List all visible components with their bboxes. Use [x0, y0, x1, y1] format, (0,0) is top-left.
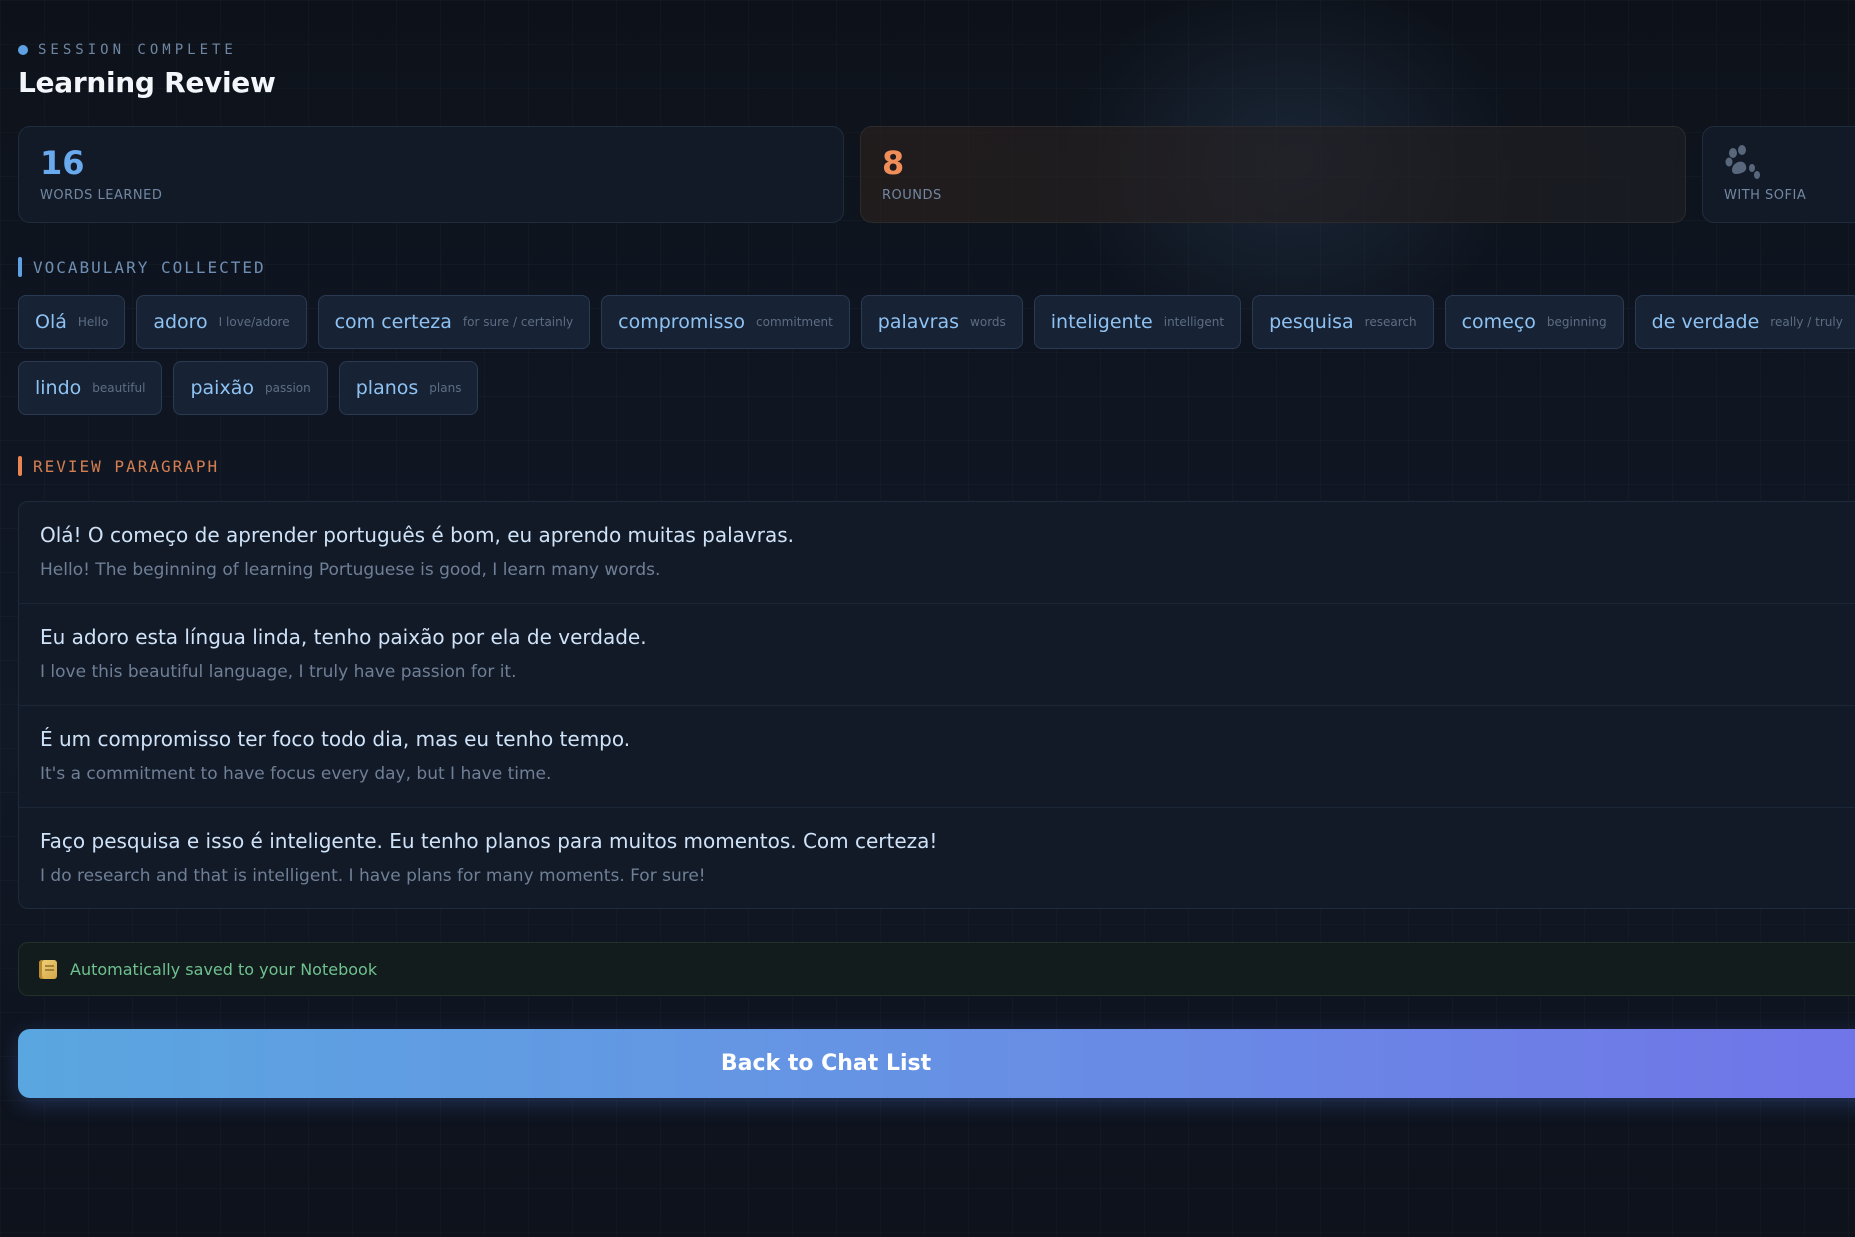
stat-card-rounds: 8 ROUNDS: [860, 126, 1686, 223]
stat-value: 16: [40, 144, 85, 182]
vocab-word: com certeza: [334, 311, 452, 333]
portuguese-sentence: Eu adoro esta língua linda, tenho paixão…: [40, 625, 647, 649]
status-dot-icon: [18, 45, 28, 55]
vocab-translation: intelligent: [1163, 315, 1225, 329]
stat-card-partner: WITH SOFIA: [1702, 126, 1855, 223]
portuguese-sentence: Olá! O começo de aprender português é bo…: [40, 523, 794, 547]
stat-label: WITH SOFIA: [1724, 188, 1807, 203]
vocab-word: adoro: [153, 311, 208, 333]
vocab-word: pesquisa: [1269, 311, 1354, 333]
stat-value: 8: [882, 144, 905, 182]
review-paragraph-panel: Olá! O começo de aprender português é bo…: [18, 501, 1855, 909]
section-accent-bar: [18, 257, 22, 277]
vocabulary-heading: VOCABULARY COLLECTED: [18, 257, 266, 277]
vocab-chip[interactable]: paixão passion: [173, 361, 328, 415]
section-accent-bar: [18, 456, 22, 476]
saved-notice: Automatically saved to your Notebook: [18, 942, 1855, 996]
paw-icon: [1725, 145, 1760, 179]
review-heading: REVIEW PARAGRAPH: [18, 456, 219, 476]
vocab-word: de verdade: [1651, 311, 1760, 333]
session-status: SESSION COMPLETE: [18, 42, 237, 58]
english-translation: I do research and that is intelligent. I…: [40, 866, 706, 886]
vocab-translation: Hello: [77, 315, 109, 329]
vocab-word: inteligente: [1050, 311, 1153, 333]
vocabulary-heading-label: VOCABULARY COLLECTED: [33, 257, 266, 277]
vocab-word: lindo: [35, 377, 82, 399]
vocab-translation: words: [970, 315, 1006, 329]
page-title: Learning Review: [18, 66, 276, 99]
vocab-translation: commitment: [756, 315, 833, 329]
vocab-word: planos: [355, 377, 419, 399]
vocab-word: palavras: [877, 311, 960, 333]
vocab-translation: passion: [264, 381, 311, 395]
vocab-word: começo: [1461, 311, 1536, 333]
vocab-translation: really / truly: [1770, 315, 1843, 329]
vocab-translation: research: [1364, 315, 1417, 329]
learning-review-screen: SESSION COMPLETE Learning Review 16 WORD…: [0, 0, 1855, 1237]
paragraph-item: Eu adoro esta língua linda, tenho paixão…: [19, 604, 1855, 706]
back-to-chat-list-button[interactable]: Back to Chat List: [18, 1029, 1855, 1098]
review-heading-label: REVIEW PARAGRAPH: [33, 456, 220, 476]
vocabulary-row-2: lindo beautiful paixão passion planos pl…: [18, 361, 479, 415]
vocab-chip[interactable]: de verdade really / truly: [1634, 295, 1855, 349]
vocab-chip[interactable]: começo beginning: [1444, 295, 1624, 349]
vocab-translation: I love/adore: [218, 315, 290, 329]
paragraph-item: É um compromisso ter foco todo dia, mas …: [19, 706, 1855, 808]
vocab-chip[interactable]: com certeza for sure / certainly: [317, 295, 591, 349]
vocabulary-row-1: Olá Hello adoro I love/adore com certeza…: [18, 295, 1855, 349]
vocab-chip[interactable]: planos plans: [338, 361, 479, 415]
stat-card-words-learned: 16 WORDS LEARNED: [18, 126, 844, 223]
saved-notice-text: Automatically saved to your Notebook: [70, 959, 378, 979]
stat-label: ROUNDS: [882, 188, 942, 203]
vocab-chip[interactable]: Olá Hello: [18, 295, 126, 349]
vocab-word: compromisso: [618, 311, 746, 333]
notebook-icon: [39, 959, 57, 979]
vocab-word: paixão: [190, 377, 254, 399]
vocab-chip[interactable]: compromisso commitment: [601, 295, 850, 349]
session-status-label: SESSION COMPLETE: [38, 42, 237, 58]
vocab-word: Olá: [35, 311, 67, 333]
vocab-translation: beginning: [1546, 315, 1607, 329]
vocab-translation: plans: [429, 381, 462, 395]
vocab-chip[interactable]: pesquisa research: [1252, 295, 1434, 349]
english-translation: It's a commitment to have focus every da…: [40, 764, 552, 784]
vocab-chip[interactable]: lindo beautiful: [18, 361, 163, 415]
vocab-chip[interactable]: palavras words: [860, 295, 1023, 349]
paragraph-item: Faço pesquisa e isso é inteligente. Eu t…: [19, 808, 1855, 908]
portuguese-sentence: É um compromisso ter foco todo dia, mas …: [40, 727, 631, 751]
stat-label: WORDS LEARNED: [40, 188, 163, 203]
portuguese-sentence: Faço pesquisa e isso é inteligente. Eu t…: [40, 829, 938, 853]
vocab-translation: beautiful: [92, 381, 146, 395]
vocab-chip[interactable]: inteligente intelligent: [1033, 295, 1242, 349]
vocab-translation: for sure / certainly: [462, 315, 574, 329]
english-translation: I love this beautiful language, I truly …: [40, 662, 517, 682]
vocab-chip[interactable]: adoro I love/adore: [136, 295, 307, 349]
stats-row: 16 WORDS LEARNED 8 ROUNDS WITH SOFIA: [18, 126, 1855, 223]
english-translation: Hello! The beginning of learning Portugu…: [40, 560, 661, 580]
paragraph-item: Olá! O começo de aprender português é bo…: [19, 502, 1855, 604]
